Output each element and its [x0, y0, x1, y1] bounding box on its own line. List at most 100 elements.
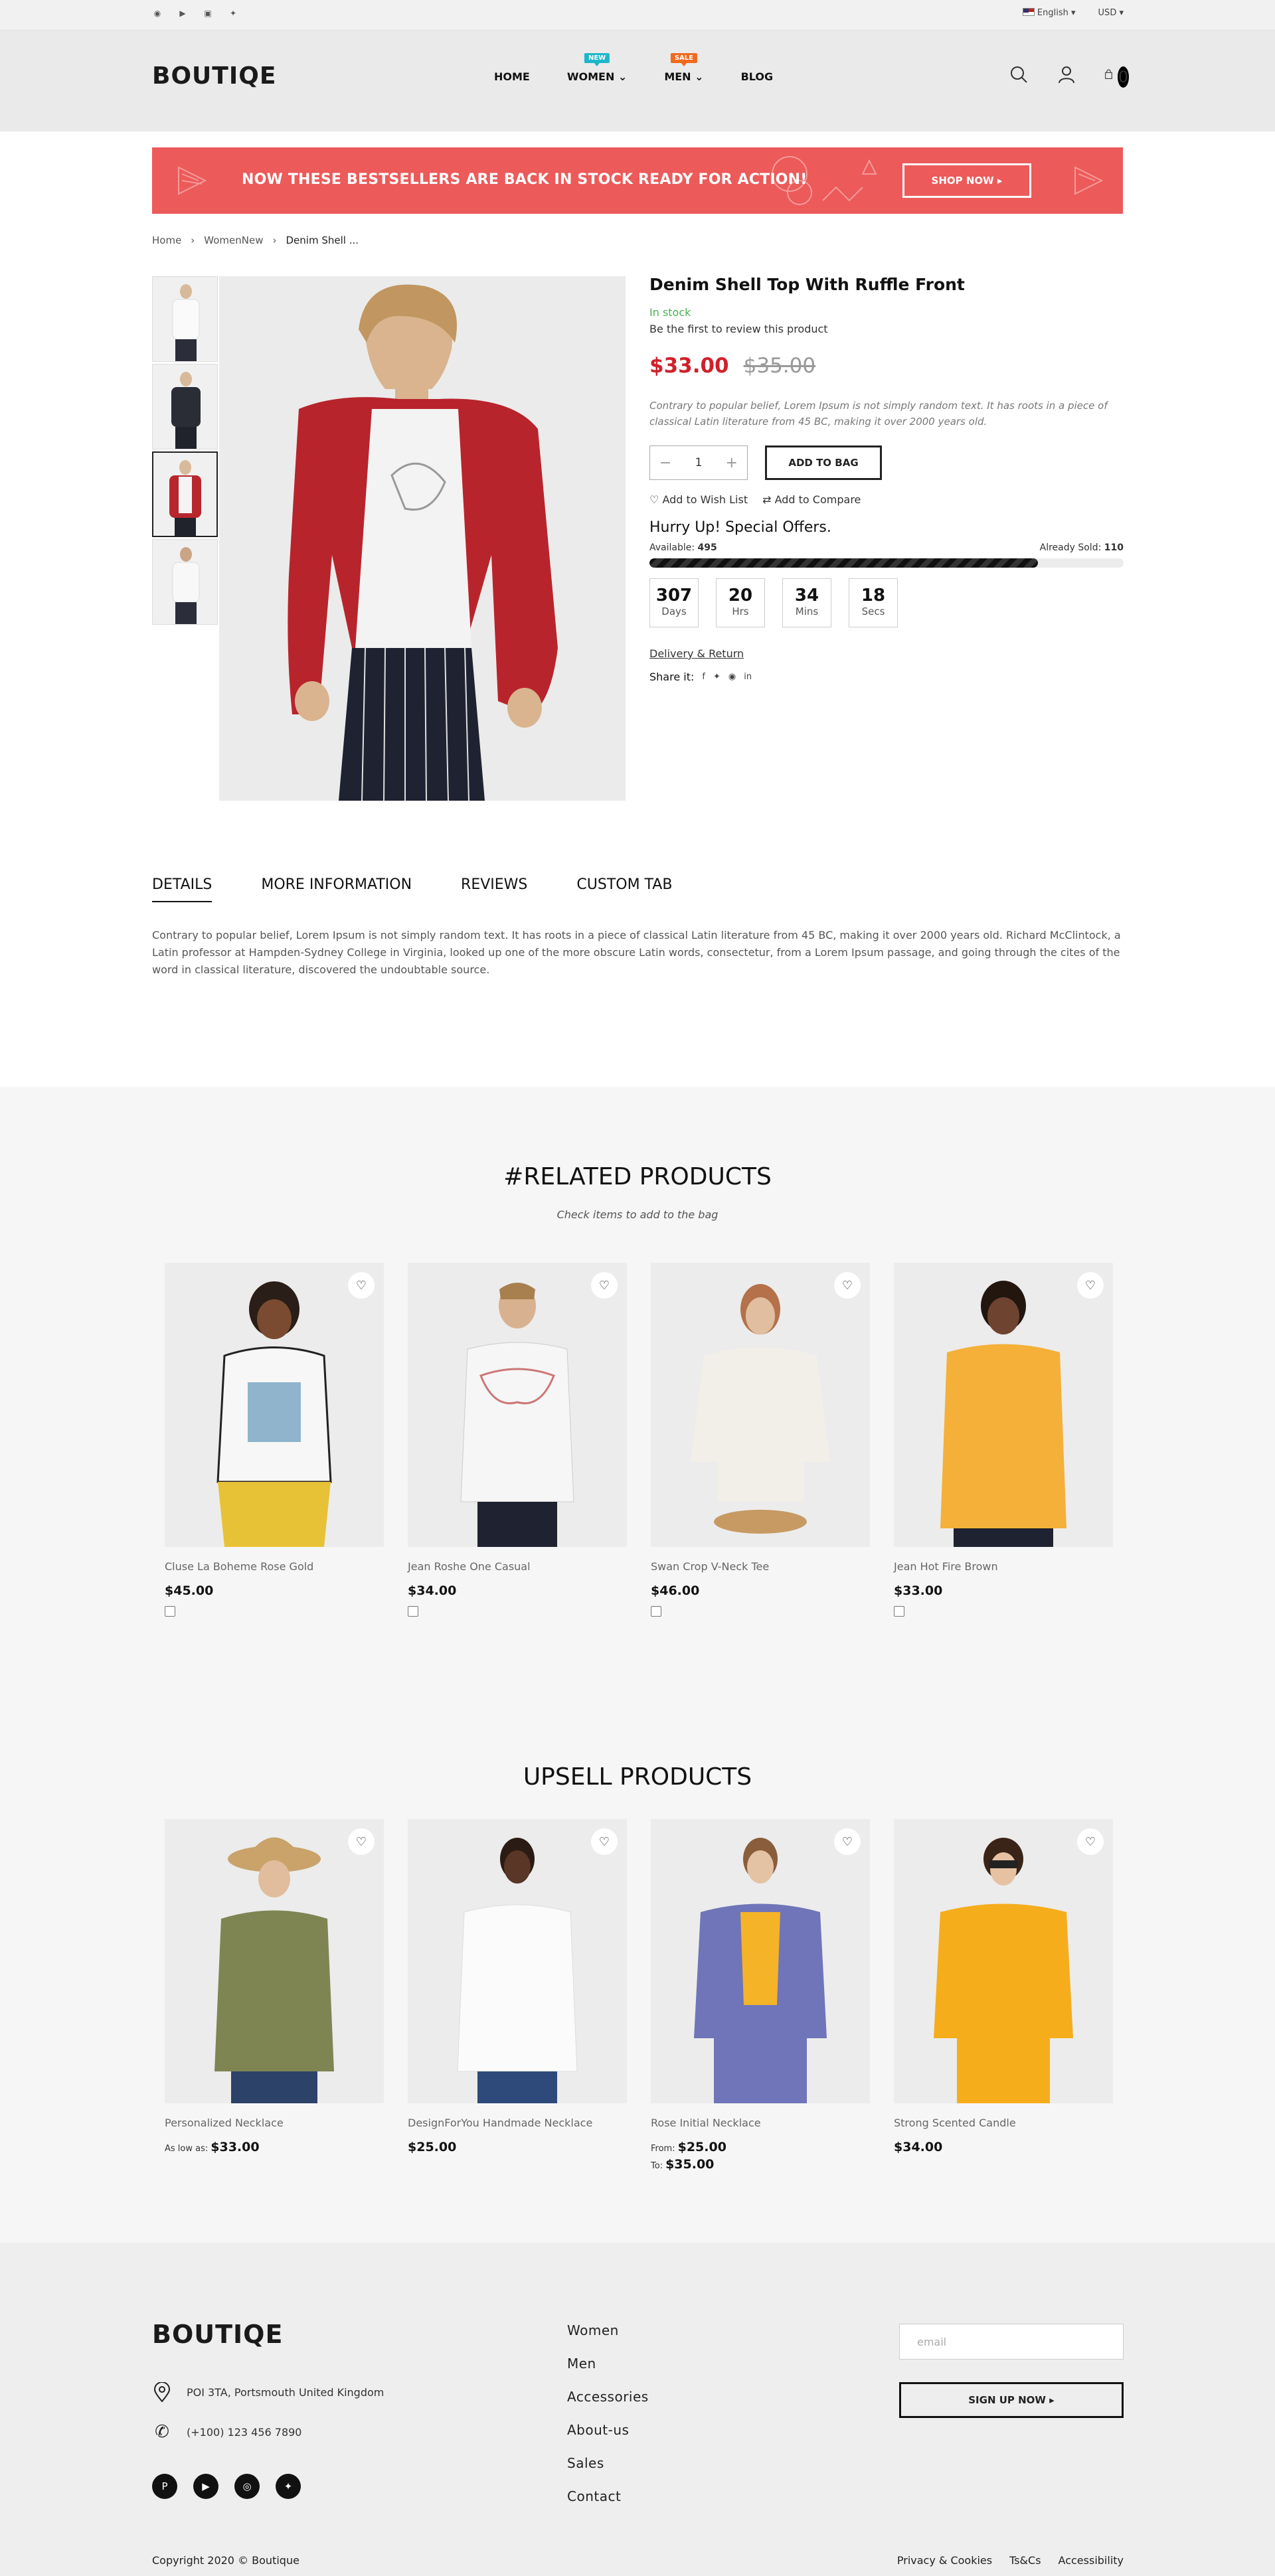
thumbnail-2[interactable]	[152, 364, 218, 449]
heart-icon[interactable]: ♡	[348, 1272, 375, 1299]
product-title: Denim Shell Top With Ruffle Front	[649, 275, 965, 294]
product-name[interactable]: Swan Crop V-Neck Tee	[651, 1560, 870, 1573]
add-to-compare-link[interactable]: ⇄ Add to Compare	[762, 493, 861, 506]
tab-custom[interactable]: CUSTOM TAB	[576, 876, 672, 902]
product-image[interactable]: ♡	[165, 1263, 384, 1547]
user-icon[interactable]	[1056, 64, 1077, 85]
product-card[interactable]: ♡ Rose Initial Necklace From: $25.00 To: $…	[651, 1819, 870, 2172]
linkedin-icon[interactable]: in	[744, 672, 752, 682]
product-tabs: DETAILS MORE INFORMATION REVIEWS CUSTOM …	[152, 876, 672, 902]
product-card[interactable]: ♡ Personalized Necklace As low as: $33.00	[165, 1819, 384, 2154]
product-name[interactable]: Personalized Necklace	[165, 2117, 384, 2129]
sign-up-button[interactable]: SIGN UP NOW ▸	[899, 2382, 1124, 2418]
thumbnail-3[interactable]	[152, 451, 218, 537]
breadcrumb-home[interactable]: Home	[152, 234, 181, 246]
youtube-icon[interactable]: ▶	[177, 8, 188, 19]
footer-link-about[interactable]: About-us	[567, 2422, 649, 2438]
plus-icon[interactable]: +	[726, 455, 738, 471]
shop-now-button[interactable]: SHOP NOW ▸	[902, 163, 1031, 198]
sold-value: 110	[1104, 542, 1124, 553]
pinterest-icon[interactable]: ◉	[728, 672, 736, 682]
pinterest-icon[interactable]: ◉	[152, 8, 163, 19]
product-image[interactable]: ♡	[651, 1263, 870, 1547]
footer-link-men[interactable]: Men	[567, 2356, 649, 2372]
product-card[interactable]: ♡ Swan Crop V-Neck Tee $46.00	[651, 1263, 870, 1617]
terms-link[interactable]: Ts&Cs	[1009, 2554, 1041, 2567]
tab-details[interactable]: DETAILS	[152, 876, 212, 902]
twitter-icon[interactable]: ✦	[713, 672, 721, 682]
product-image[interactable]: ♡	[651, 1819, 870, 2103]
instagram-icon[interactable]: ◎	[234, 2474, 260, 2499]
footer-link-accessories[interactable]: Accessories	[567, 2389, 649, 2405]
footer-logo[interactable]: BOUTIQE	[152, 2320, 283, 2349]
product-image[interactable]: ♡	[894, 1819, 1113, 2103]
heart-icon[interactable]: ♡	[834, 1272, 861, 1299]
minus-icon[interactable]: −	[659, 455, 671, 471]
product-image[interactable]: ♡	[165, 1819, 384, 2103]
available-count: Available: 495	[649, 542, 717, 553]
add-checkbox[interactable]	[651, 1606, 661, 1617]
product-image[interactable]: ♡	[408, 1263, 627, 1547]
twitter-icon[interactable]: ✦	[228, 8, 238, 19]
product-name[interactable]: DesignForYou Handmade Necklace	[408, 2117, 627, 2129]
youtube-icon[interactable]: ▶	[193, 2474, 218, 2499]
add-to-bag-button[interactable]: ADD TO BAG	[765, 445, 882, 480]
tab-more-information[interactable]: MORE INFORMATION	[261, 876, 412, 902]
thumb-image	[171, 372, 201, 449]
heart-icon[interactable]: ♡	[1077, 1272, 1104, 1299]
pinterest-icon[interactable]: P	[152, 2474, 177, 2499]
main-product-image[interactable]	[219, 276, 626, 801]
add-checkbox[interactable]	[408, 1606, 418, 1617]
product-name[interactable]: Rose Initial Necklace	[651, 2117, 870, 2129]
compare-label: Add to Compare	[774, 493, 861, 506]
tab-reviews[interactable]: REVIEWS	[461, 876, 527, 902]
nav-men[interactable]: SALE MEN ⌄	[664, 53, 704, 83]
product-card[interactable]: ♡ DesignForYou Handmade Necklace $25.00	[408, 1819, 627, 2154]
nav-home[interactable]: HOME	[494, 70, 530, 83]
product-image[interactable]: ♡	[894, 1263, 1113, 1547]
heart-icon[interactable]: ♡	[1077, 1828, 1104, 1855]
delivery-return-link[interactable]: Delivery & Return	[649, 647, 1124, 660]
product-card[interactable]: ♡ Jean Roshe One Casual $34.00	[408, 1263, 627, 1617]
heart-icon[interactable]: ♡	[591, 1828, 618, 1855]
search-icon[interactable]	[1008, 64, 1029, 85]
twitter-icon[interactable]: ✦	[276, 2474, 301, 2499]
phone-text[interactable]: (+100) 123 456 7890	[187, 2426, 301, 2439]
footer-link-women[interactable]: Women	[567, 2322, 649, 2338]
language-select[interactable]: English ▾	[1022, 8, 1076, 18]
thumbnail-4[interactable]	[152, 539, 218, 625]
currency-select[interactable]: USD ▾	[1098, 8, 1124, 18]
product-card[interactable]: ♡ Cluse La Boheme Rose Gold $45.00	[165, 1263, 384, 1617]
countdown-timer: 307 Days 20 Hrs 34 Mins 18 Secs	[649, 578, 1124, 627]
footer-link-sales[interactable]: Sales	[567, 2455, 649, 2471]
review-link[interactable]: Be the first to review this product	[649, 323, 1124, 335]
bag-icon[interactable]: 0	[1104, 64, 1129, 88]
nav-women[interactable]: NEW WOMEN ⌄	[567, 53, 627, 83]
nav-blog[interactable]: BLOG	[741, 70, 774, 83]
product-name[interactable]: Jean Hot Fire Brown	[894, 1560, 1113, 1573]
sign-up-label: SIGN UP NOW	[968, 2394, 1046, 2406]
related-subtitle: Check items to add to the bag	[556, 1208, 719, 1221]
product-name[interactable]: Jean Roshe One Casual	[408, 1560, 627, 1573]
email-input[interactable]: email	[899, 2324, 1124, 2360]
breadcrumb-category[interactable]: WomenNew	[204, 234, 263, 246]
footer-link-contact[interactable]: Contact	[567, 2488, 649, 2504]
product-image[interactable]: ♡	[408, 1819, 627, 2103]
thumbnail-1[interactable]	[152, 276, 218, 362]
privacy-link[interactable]: Privacy & Cookies	[897, 2554, 992, 2567]
product-card[interactable]: ♡ Strong Scented Candle $34.00	[894, 1819, 1113, 2154]
facebook-icon[interactable]: f	[702, 672, 705, 682]
heart-icon[interactable]: ♡	[834, 1828, 861, 1855]
add-checkbox[interactable]	[894, 1606, 904, 1617]
quantity-value[interactable]: 1	[695, 456, 703, 469]
product-name[interactable]: Cluse La Boheme Rose Gold	[165, 1560, 384, 1573]
logo[interactable]: BOUTIQE	[152, 62, 276, 90]
add-to-wishlist-link[interactable]: ♡ Add to Wish List	[649, 493, 748, 506]
add-checkbox[interactable]	[165, 1606, 175, 1617]
accessibility-link[interactable]: Accessibility	[1059, 2554, 1124, 2567]
product-card[interactable]: ♡ Jean Hot Fire Brown $33.00	[894, 1263, 1113, 1617]
instagram-icon[interactable]: ▣	[203, 8, 213, 19]
heart-icon[interactable]: ♡	[591, 1272, 618, 1299]
product-name[interactable]: Strong Scented Candle	[894, 2117, 1113, 2129]
heart-icon[interactable]: ♡	[348, 1828, 375, 1855]
